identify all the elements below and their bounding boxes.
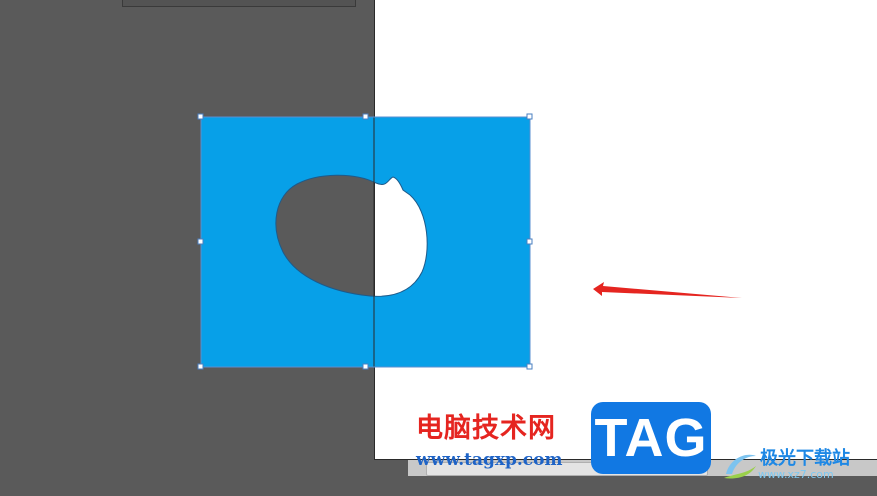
blue-square-shape[interactable] (201, 117, 530, 367)
handle-bottom-center[interactable] (362, 363, 369, 370)
watermark-title: 电脑技术网 (416, 413, 556, 444)
handle-bottom-left[interactable] (197, 363, 204, 370)
tag-logo: TAG (591, 402, 711, 474)
aurora-swoosh-icon (724, 454, 756, 479)
handle-top-left[interactable] (197, 113, 204, 120)
watermark: 电脑技术网 www.tagxp.com (416, 404, 596, 470)
handle-bottom-right[interactable] (526, 363, 533, 370)
handle-top-center[interactable] (362, 113, 369, 120)
handle-middle-right[interactable] (526, 238, 533, 245)
brand-name: 极光下载站 (760, 448, 850, 469)
handle-top-right[interactable] (526, 113, 533, 120)
handle-middle-left[interactable] (197, 238, 204, 245)
brand-watermark: 极光下载站 www.xz7.com (718, 440, 877, 490)
red-arrow-icon (593, 282, 742, 298)
brand-url: www.xz7.com (758, 468, 834, 481)
watermark-url: www.tagxp.com (416, 450, 563, 470)
